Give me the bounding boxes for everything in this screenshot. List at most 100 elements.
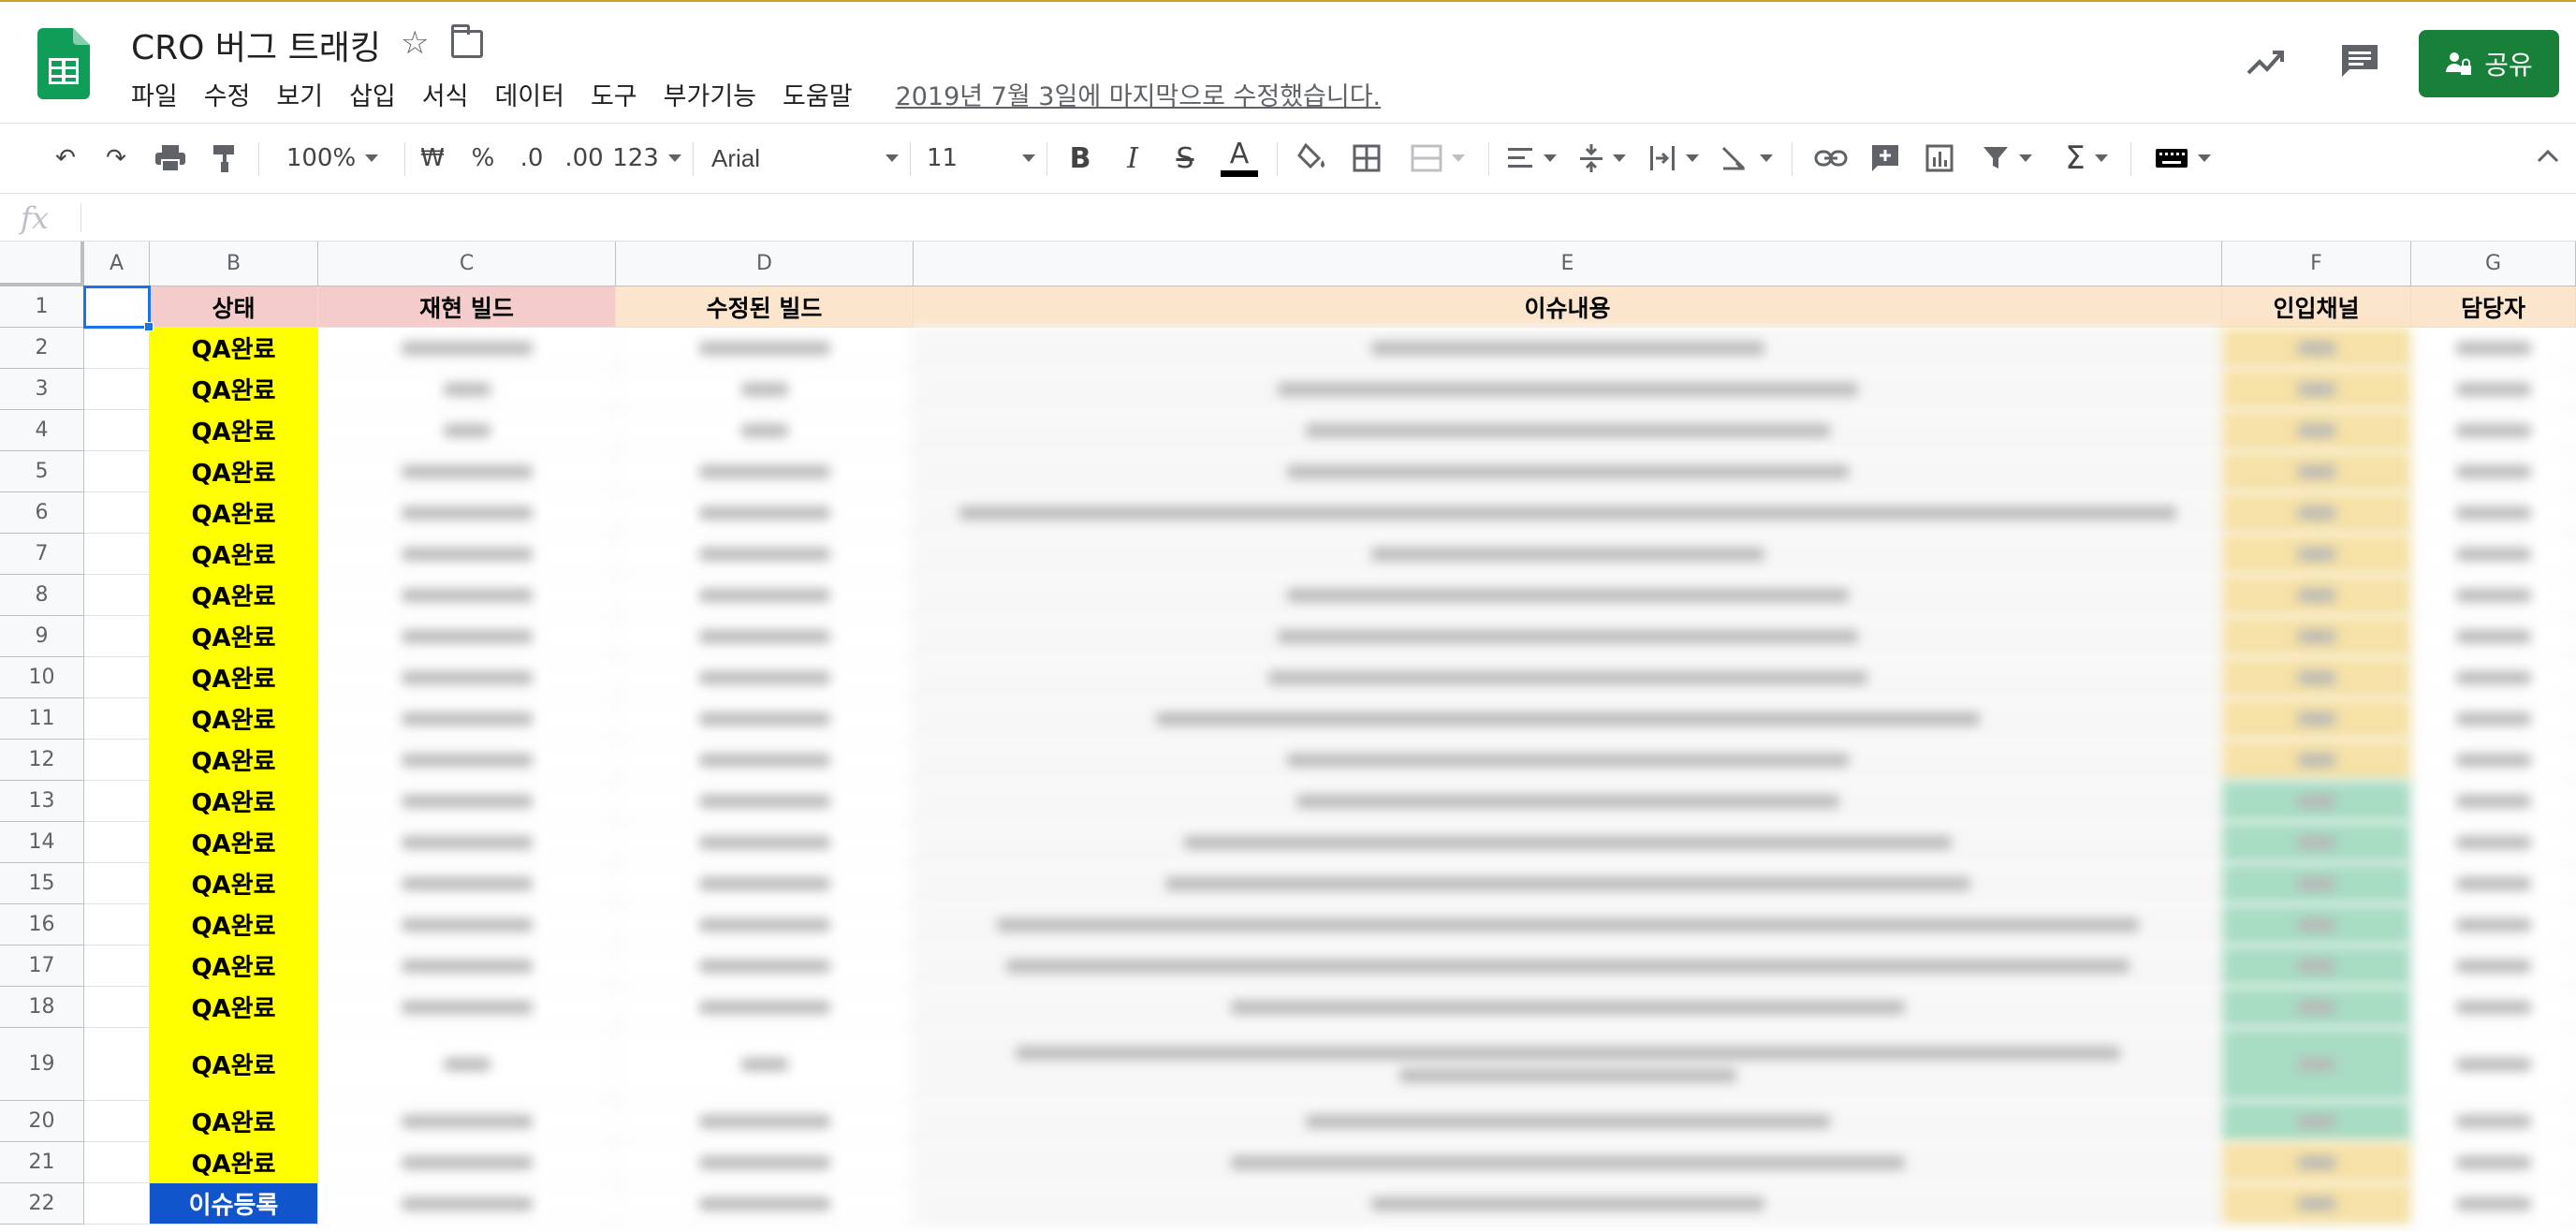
issue-cell[interactable] [914,1028,2222,1101]
channel-cell[interactable] [2222,946,2411,987]
issue-cell[interactable] [914,492,2222,534]
insert-comment-icon[interactable] [1865,135,1906,182]
repro-build-cell[interactable] [318,987,616,1028]
fixed-build-cell[interactable] [616,410,914,451]
owner-cell[interactable] [2411,1142,2576,1183]
repro-build-cell[interactable] [318,534,616,575]
cell-a[interactable] [84,822,150,863]
cell-a[interactable] [84,575,150,616]
menu-data[interactable]: 데이터 [494,76,564,112]
channel-cell[interactable] [2222,698,2411,740]
row-header-4[interactable]: 4 [0,410,84,451]
spreadsheet-grid[interactable]: A B C D E F G 1 2 3 4 5 6 7 8 9 10 11 12 13 14 15 16 17 18 19 20 21… [0,242,2576,1232]
column-header-g[interactable]: G [2411,242,2576,286]
row-header-5[interactable]: 5 [0,451,84,492]
menu-view[interactable]: 보기 [276,76,323,112]
paint-format-icon[interactable] [206,135,243,182]
cell-a1[interactable] [84,286,150,328]
repro-build-cell[interactable] [318,863,616,904]
last-edit-link[interactable]: 2019년 7월 3일에 마지막으로 수정했습니다. [896,76,1382,112]
increase-decimal-button[interactable]: .00 [560,135,608,182]
select-all-corner[interactable] [0,242,84,286]
move-folder-icon[interactable] [451,24,483,58]
channel-cell[interactable] [2222,1183,2411,1225]
repro-build-cell[interactable] [318,451,616,492]
cell-a[interactable] [84,369,150,410]
fixed-build-cell[interactable] [616,575,914,616]
collapse-menu-icon[interactable] [2535,142,2561,169]
cell-a[interactable] [84,698,150,740]
comment-icon[interactable] [2340,43,2379,79]
owner-cell[interactable] [2411,863,2576,904]
owner-cell[interactable] [2411,410,2576,451]
repro-build-cell[interactable] [318,575,616,616]
status-cell[interactable]: QA완료 [150,987,318,1028]
cell-a[interactable] [84,616,150,657]
fixed-build-cell[interactable] [616,740,914,781]
status-cell[interactable]: QA완료 [150,534,318,575]
text-color-button[interactable]: A [1219,135,1260,182]
repro-build-cell[interactable] [318,822,616,863]
menu-addons[interactable]: 부가기능 [664,76,756,112]
share-button[interactable]: 공유 [2419,30,2559,97]
status-cell[interactable]: QA완료 [150,369,318,410]
column-header-f[interactable]: F [2222,242,2411,286]
header-cell-repro-build[interactable]: 재현 빌드 [318,286,616,328]
fixed-build-cell[interactable] [616,863,914,904]
header-cell-status[interactable]: 상태 [150,286,318,328]
owner-cell[interactable] [2411,657,2576,698]
italic-button[interactable]: I [1114,135,1151,182]
owner-cell[interactable] [2411,1028,2576,1101]
status-cell[interactable]: QA완료 [150,740,318,781]
merge-cells-icon[interactable] [1400,135,1475,182]
owner-cell[interactable] [2411,369,2576,410]
fixed-build-cell[interactable] [616,451,914,492]
fill-color-icon[interactable] [1292,135,1333,182]
owner-cell[interactable] [2411,534,2576,575]
fixed-build-cell[interactable] [616,1183,914,1225]
formula-input[interactable] [94,200,2527,236]
repro-build-cell[interactable] [318,698,616,740]
row-header-7[interactable]: 7 [0,534,84,575]
row-header-20[interactable]: 20 [0,1101,84,1142]
status-cell[interactable]: QA완료 [150,616,318,657]
owner-cell[interactable] [2411,575,2576,616]
font-family-select[interactable]: Arial [711,135,899,182]
text-rotation-icon[interactable] [1717,135,1777,182]
status-cell[interactable]: QA완료 [150,410,318,451]
repro-build-cell[interactable] [318,904,616,946]
row-header-21[interactable]: 21 [0,1142,84,1183]
cell-a[interactable] [84,534,150,575]
row-header-1[interactable]: 1 [0,286,84,328]
channel-cell[interactable] [2222,369,2411,410]
row-header-17[interactable]: 17 [0,946,84,987]
more-formats-button[interactable]: 123 [612,135,681,182]
repro-build-cell[interactable] [318,492,616,534]
channel-cell[interactable] [2222,451,2411,492]
column-header-d[interactable]: D [616,242,914,286]
fixed-build-cell[interactable] [616,946,914,987]
bold-button[interactable]: B [1061,135,1099,182]
menu-file[interactable]: 파일 [131,76,178,112]
channel-cell[interactable] [2222,1142,2411,1183]
issue-cell[interactable] [914,863,2222,904]
issue-cell[interactable] [914,657,2222,698]
menu-help[interactable]: 도움말 [783,76,853,112]
owner-cell[interactable] [2411,822,2576,863]
issue-cell[interactable] [914,451,2222,492]
row-header-9[interactable]: 9 [0,616,84,657]
status-cell[interactable]: QA완료 [150,1101,318,1142]
cell-a[interactable] [84,1028,150,1101]
row-header-3[interactable]: 3 [0,369,84,410]
status-cell[interactable]: QA완료 [150,492,318,534]
fixed-build-cell[interactable] [616,657,914,698]
fixed-build-cell[interactable] [616,492,914,534]
issue-cell[interactable] [914,822,2222,863]
row-header-2[interactable]: 2 [0,328,84,369]
borders-icon[interactable] [1346,135,1387,182]
row-header-10[interactable]: 10 [0,657,84,698]
issue-cell[interactable] [914,904,2222,946]
channel-cell[interactable] [2222,410,2411,451]
issue-cell[interactable] [914,698,2222,740]
strikethrough-button[interactable]: S [1166,135,1204,182]
